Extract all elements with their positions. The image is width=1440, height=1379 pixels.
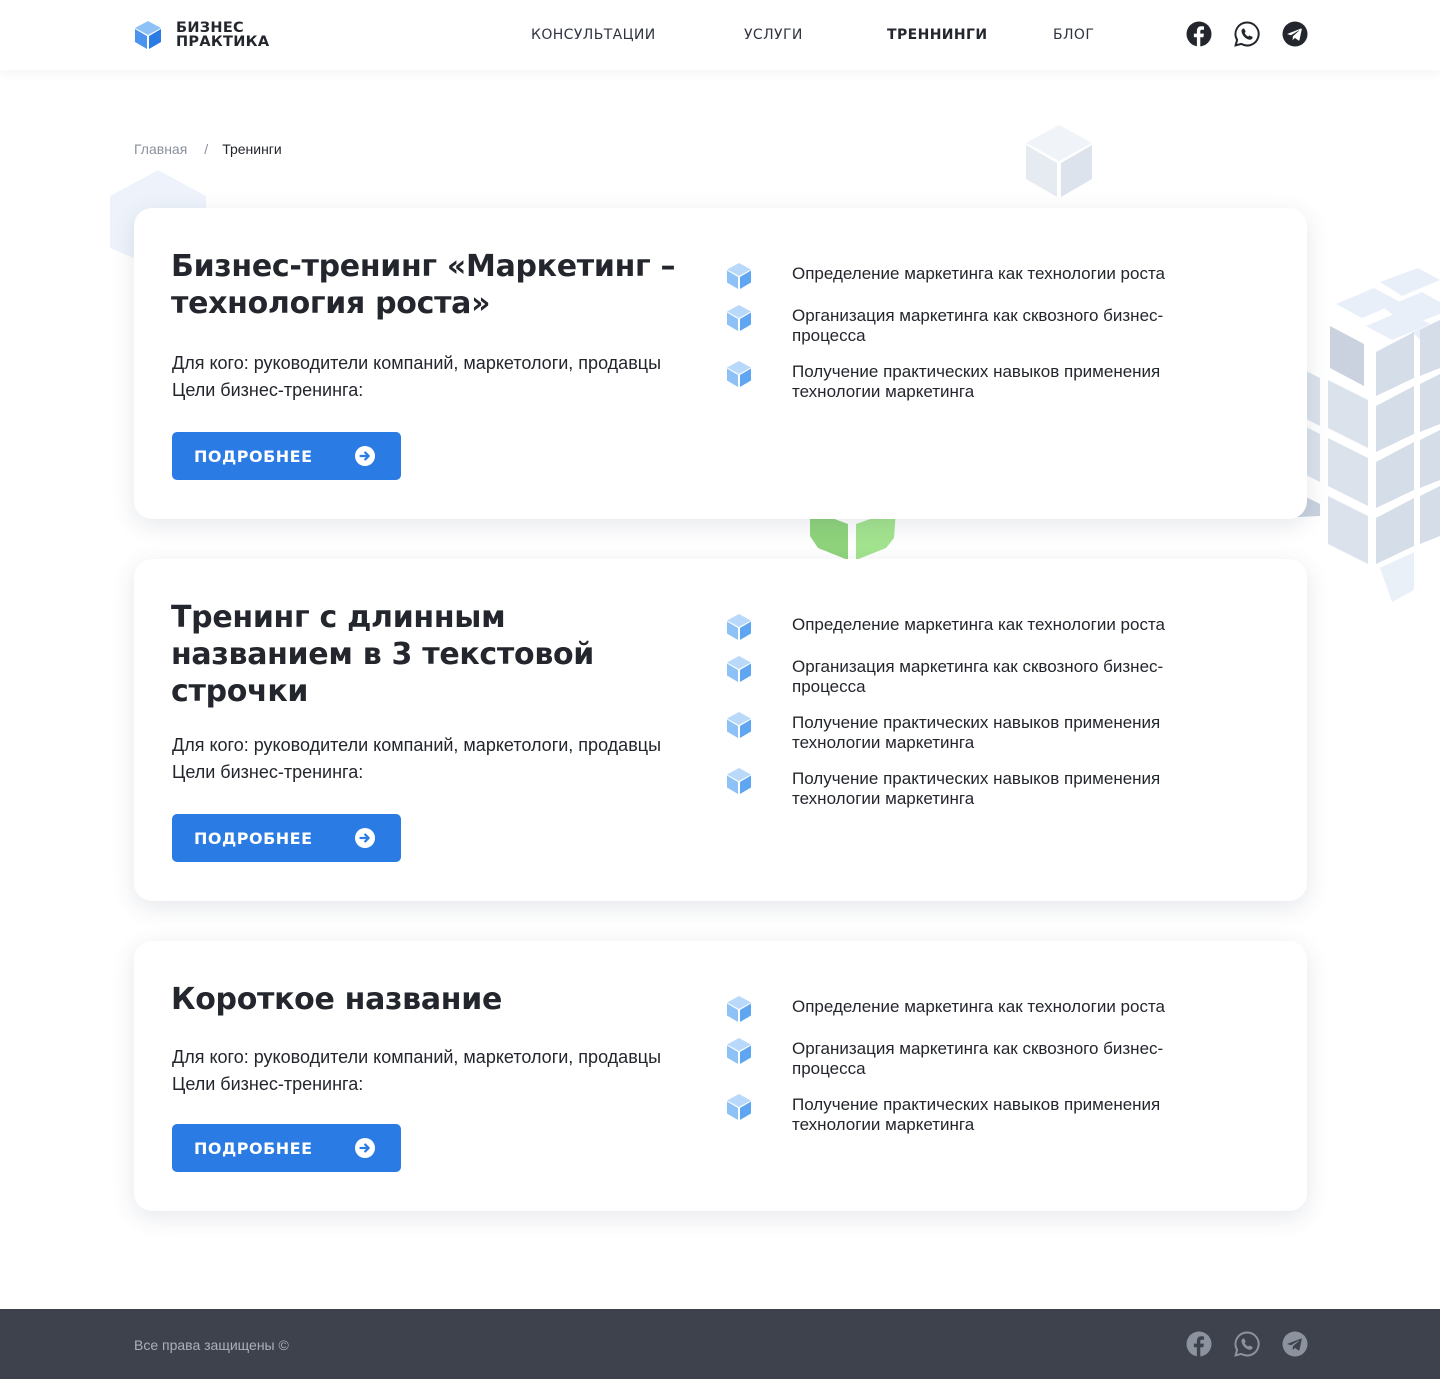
goal-item: Организация маркетинга как сквозного биз… <box>726 305 1196 346</box>
details-button[interactable]: ПОДРОБНЕЕ <box>172 814 401 862</box>
goal-text: Организация маркетинга как сквозного биз… <box>792 306 1164 345</box>
arrow-right-circle-icon <box>355 1138 375 1158</box>
facebook-icon[interactable] <box>1186 1331 1212 1357</box>
goal-item: Определение маркетинга как технологии ро… <box>726 263 1196 290</box>
telegram-icon[interactable] <box>1282 1331 1308 1357</box>
goal-item: Получение практических навыков применени… <box>726 712 1196 753</box>
nav-item-services[interactable]: УСЛУГИ <box>744 27 803 43</box>
cube-bullet-icon <box>727 305 751 331</box>
card-goals-label: Цели бизнес-тренинга: <box>172 380 364 400</box>
cube-bullet-icon <box>727 712 751 738</box>
training-card-3: Короткое название Для кого: руководители… <box>134 941 1307 1211</box>
goal-text: Определение маркетинга как технологии ро… <box>792 615 1166 634</box>
telegram-icon[interactable] <box>1282 21 1308 47</box>
whatsapp-icon[interactable] <box>1234 21 1260 47</box>
nav-item-blog[interactable]: БЛОГ <box>1053 27 1094 43</box>
cube-bullet-icon <box>727 361 751 387</box>
details-button-label: ПОДРОБНЕЕ <box>194 446 313 466</box>
logo-text: БИЗНЕС ПРАКТИКА <box>176 20 270 50</box>
cube-bullet-icon <box>727 656 751 682</box>
breadcrumb-separator: / <box>204 141 209 157</box>
goal-text: Определение маркетинга как технологии ро… <box>792 264 1166 283</box>
logo[interactable]: БИЗНЕС ПРАКТИКА <box>134 20 269 50</box>
cube-bullet-icon <box>727 263 751 289</box>
goal-text: Организация маркетинга как сквозного биз… <box>792 657 1164 696</box>
details-button-label: ПОДРОБНЕЕ <box>194 1138 313 1158</box>
goal-item: Определение маркетинга как технологии ро… <box>726 614 1196 641</box>
goal-item: Организация маркетинга как сквозного биз… <box>726 656 1196 697</box>
copyright-text: Все права защищены © <box>134 1337 289 1353</box>
cube-bullet-icon <box>727 996 751 1022</box>
card-meta: Для кого: руководители компаний, маркето… <box>172 350 661 404</box>
card-audience: Для кого: руководители компаний, маркето… <box>172 735 662 755</box>
site-header: БИЗНЕС ПРАКТИКА КОНСУЛЬТАЦИИ УСЛУГИ ТРЕН… <box>0 0 1440 70</box>
arrow-right-circle-icon <box>355 446 375 466</box>
nav-item-trainings[interactable]: ТРЕННИНГИ <box>887 27 987 43</box>
goal-text: Получение практических навыков применени… <box>792 713 1161 752</box>
details-button[interactable]: ПОДРОБНЕЕ <box>172 1124 401 1172</box>
goals-list: Определение маркетинга как технологии ро… <box>726 614 1196 825</box>
site-footer: Все права защищены © <box>0 1309 1440 1379</box>
cube-bullet-icon <box>727 1094 751 1120</box>
details-button[interactable]: ПОДРОБНЕЕ <box>172 432 401 480</box>
card-title: Бизнес-тренинг «Маркетинг – технология р… <box>171 249 676 321</box>
card-meta: Для кого: руководители компаний, маркето… <box>172 732 661 786</box>
goal-text: Организация маркетинга как сквозного биз… <box>792 1039 1164 1078</box>
goal-text: Определение маркетинга как технологии ро… <box>792 997 1166 1016</box>
cube-bullet-icon <box>727 1038 751 1064</box>
card-title: Тренинг с длинным названием в 3 текстово… <box>171 600 595 709</box>
goal-item: Получение практических навыков применени… <box>726 768 1196 809</box>
goal-text: Получение практических навыков применени… <box>792 362 1161 401</box>
goal-text: Получение практических навыков применени… <box>792 1095 1161 1134</box>
breadcrumb: Главная / Тренинги <box>134 141 282 157</box>
card-audience: Для кого: руководители компаний, маркето… <box>172 353 662 373</box>
goals-list: Определение маркетинга как технологии ро… <box>726 996 1196 1151</box>
card-goals-label: Цели бизнес-тренинга: <box>172 762 364 782</box>
goal-item: Определение маркетинга как технологии ро… <box>726 996 1196 1023</box>
cube-bullet-icon <box>727 768 751 794</box>
card-meta: Для кого: руководители компаний, маркето… <box>172 1044 661 1098</box>
training-card-2: Тренинг с длинным названием в 3 текстово… <box>134 559 1307 901</box>
goals-list: Определение маркетинга как технологии ро… <box>726 263 1196 418</box>
goal-item: Получение практических навыков применени… <box>726 361 1196 402</box>
decor-cube-top <box>1026 125 1092 197</box>
cube-bullet-icon <box>727 614 751 640</box>
goal-item: Получение практических навыков применени… <box>726 1094 1196 1135</box>
goal-item: Организация маркетинга как сквозного биз… <box>726 1038 1196 1079</box>
card-goals-label: Цели бизнес-тренинга: <box>172 1074 364 1094</box>
whatsapp-icon[interactable] <box>1234 1331 1260 1357</box>
details-button-label: ПОДРОБНЕЕ <box>194 828 313 848</box>
breadcrumb-current: Тренинги <box>222 141 282 157</box>
goal-text: Получение практических навыков применени… <box>792 769 1161 808</box>
card-title: Короткое название <box>171 982 502 1017</box>
logo-line-1: БИЗНЕС <box>176 20 244 36</box>
logo-line-2: ПРАКТИКА <box>176 34 270 50</box>
logo-cube-icon <box>135 21 161 49</box>
arrow-right-circle-icon <box>355 828 375 848</box>
breadcrumb-home-link[interactable]: Главная <box>134 141 187 157</box>
card-audience: Для кого: руководители компаний, маркето… <box>172 1047 662 1067</box>
nav-item-consultations[interactable]: КОНСУЛЬТАЦИИ <box>531 27 656 43</box>
facebook-icon[interactable] <box>1186 21 1212 47</box>
training-card-1: Бизнес-тренинг «Маркетинг – технология р… <box>134 208 1307 519</box>
